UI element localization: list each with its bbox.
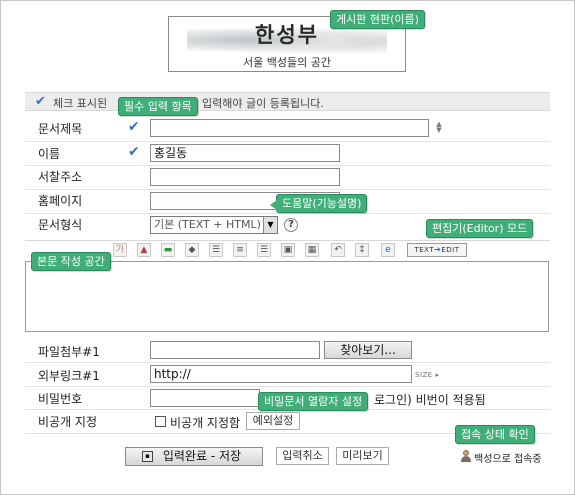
tooltip-body-area: 본문 작성 공간: [31, 252, 111, 271]
password-label: 비밀번호: [38, 392, 83, 406]
required-check-icon: ✔: [128, 119, 140, 135]
attachment-label: 파일첨부#1: [38, 345, 100, 359]
row-divider: [25, 141, 550, 142]
link-input[interactable]: http://: [150, 365, 412, 383]
title-input[interactable]: [150, 119, 429, 137]
browse-button[interactable]: 찾아보기...: [324, 341, 412, 359]
postal-input[interactable]: [150, 168, 340, 186]
text-edit-mode-button[interactable]: TEXT➔EDIT: [407, 243, 467, 257]
row-divider: [25, 386, 550, 387]
row-divider: [25, 189, 550, 190]
insert-image-icon[interactable]: ▣: [281, 243, 295, 257]
tooltip-editor-mode: 편집기(Editor) 모드: [426, 219, 534, 238]
exception-settings-button[interactable]: 예외설정: [246, 412, 300, 430]
private-checkbox-label: 비공개 지정함: [170, 416, 241, 430]
name-input[interactable]: 홍길동: [150, 144, 340, 162]
align-right-icon[interactable]: ☰: [257, 243, 271, 257]
board-subtitle: 서울 백성들의 공간: [243, 56, 331, 69]
preview-button[interactable]: 미리보기: [336, 447, 389, 465]
row-divider: [25, 213, 550, 214]
browser-preview-icon[interactable]: e: [381, 243, 395, 257]
resize-updown-icon[interactable]: ▲ ▼: [433, 121, 445, 135]
size-link-label: SIZE: [415, 371, 433, 379]
save-disk-icon: ▪: [142, 451, 153, 462]
format-select[interactable]: 기본 (TEXT + HTML) ▼: [150, 216, 278, 234]
eraser-icon[interactable]: ◆: [185, 243, 199, 257]
notice-text-after: 입력해야 글이 등록됩니다.: [202, 97, 324, 110]
postal-label: 서찰주소: [38, 170, 83, 184]
user-icon: [461, 450, 471, 462]
row-divider: [25, 165, 550, 166]
body-textarea[interactable]: [25, 261, 549, 332]
mode-from-label: TEXT: [414, 246, 435, 254]
font-color-icon[interactable]: 가: [113, 243, 127, 257]
title-label: 문서제목: [38, 122, 83, 136]
name-label: 이름: [38, 147, 61, 161]
tooltip-login-status: 접속 상태 확인: [455, 425, 535, 444]
align-center-icon[interactable]: ≡: [233, 243, 247, 257]
link-label: 외부링크#1: [38, 369, 100, 383]
notice-text-before: 체크 표시된: [53, 97, 108, 110]
help-icon[interactable]: ?: [284, 218, 298, 232]
check-icon: ✔: [35, 94, 46, 109]
insert-table-icon[interactable]: ▦: [305, 243, 319, 257]
private-checkbox[interactable]: [155, 416, 166, 427]
format-label: 문서형식: [38, 218, 83, 232]
attachment-input[interactable]: [150, 341, 320, 359]
password-note: 로그인) 비번이 적용됨: [374, 393, 486, 407]
highlight-icon[interactable]: ▬: [161, 243, 175, 257]
align-left-icon[interactable]: ☰: [209, 243, 223, 257]
tooltip-board-title: 게시판 현판(이름): [330, 10, 425, 29]
password-input[interactable]: [150, 389, 260, 407]
undo-icon[interactable]: ↶: [331, 243, 345, 257]
private-label: 비공개 지정: [38, 415, 98, 429]
tooltip-private-viewers: 비밀문서 열람자 설정: [258, 392, 369, 411]
required-check-icon: ✔: [128, 144, 140, 160]
resize-icon[interactable]: ↕: [355, 243, 369, 257]
required-notice-bar: ✔ 체크 표시된 입력해야 글이 등록됩니다.: [25, 92, 550, 111]
cancel-button[interactable]: 입력취소: [276, 447, 329, 465]
row-divider: [25, 362, 550, 363]
mode-to-label: EDIT: [441, 246, 460, 254]
submit-save-button[interactable]: ▪ 입력완료 - 저장: [125, 447, 263, 466]
homepage-label: 홈페이지: [38, 194, 83, 208]
format-select-value: 기본 (TEXT + HTML): [154, 218, 261, 231]
chevron-down-icon: ▼: [263, 217, 277, 233]
size-link[interactable]: SIZE ▸: [415, 371, 439, 379]
tooltip-help: 도움말(기능설명): [269, 194, 368, 213]
submit-label: 입력완료 - 저장: [162, 449, 242, 463]
tooltip-required-fields: 필수 입력 항목: [118, 97, 198, 116]
login-status-text[interactable]: 백성으로 접속중: [474, 450, 542, 465]
bg-color-icon[interactable]: ▲: [137, 243, 151, 257]
